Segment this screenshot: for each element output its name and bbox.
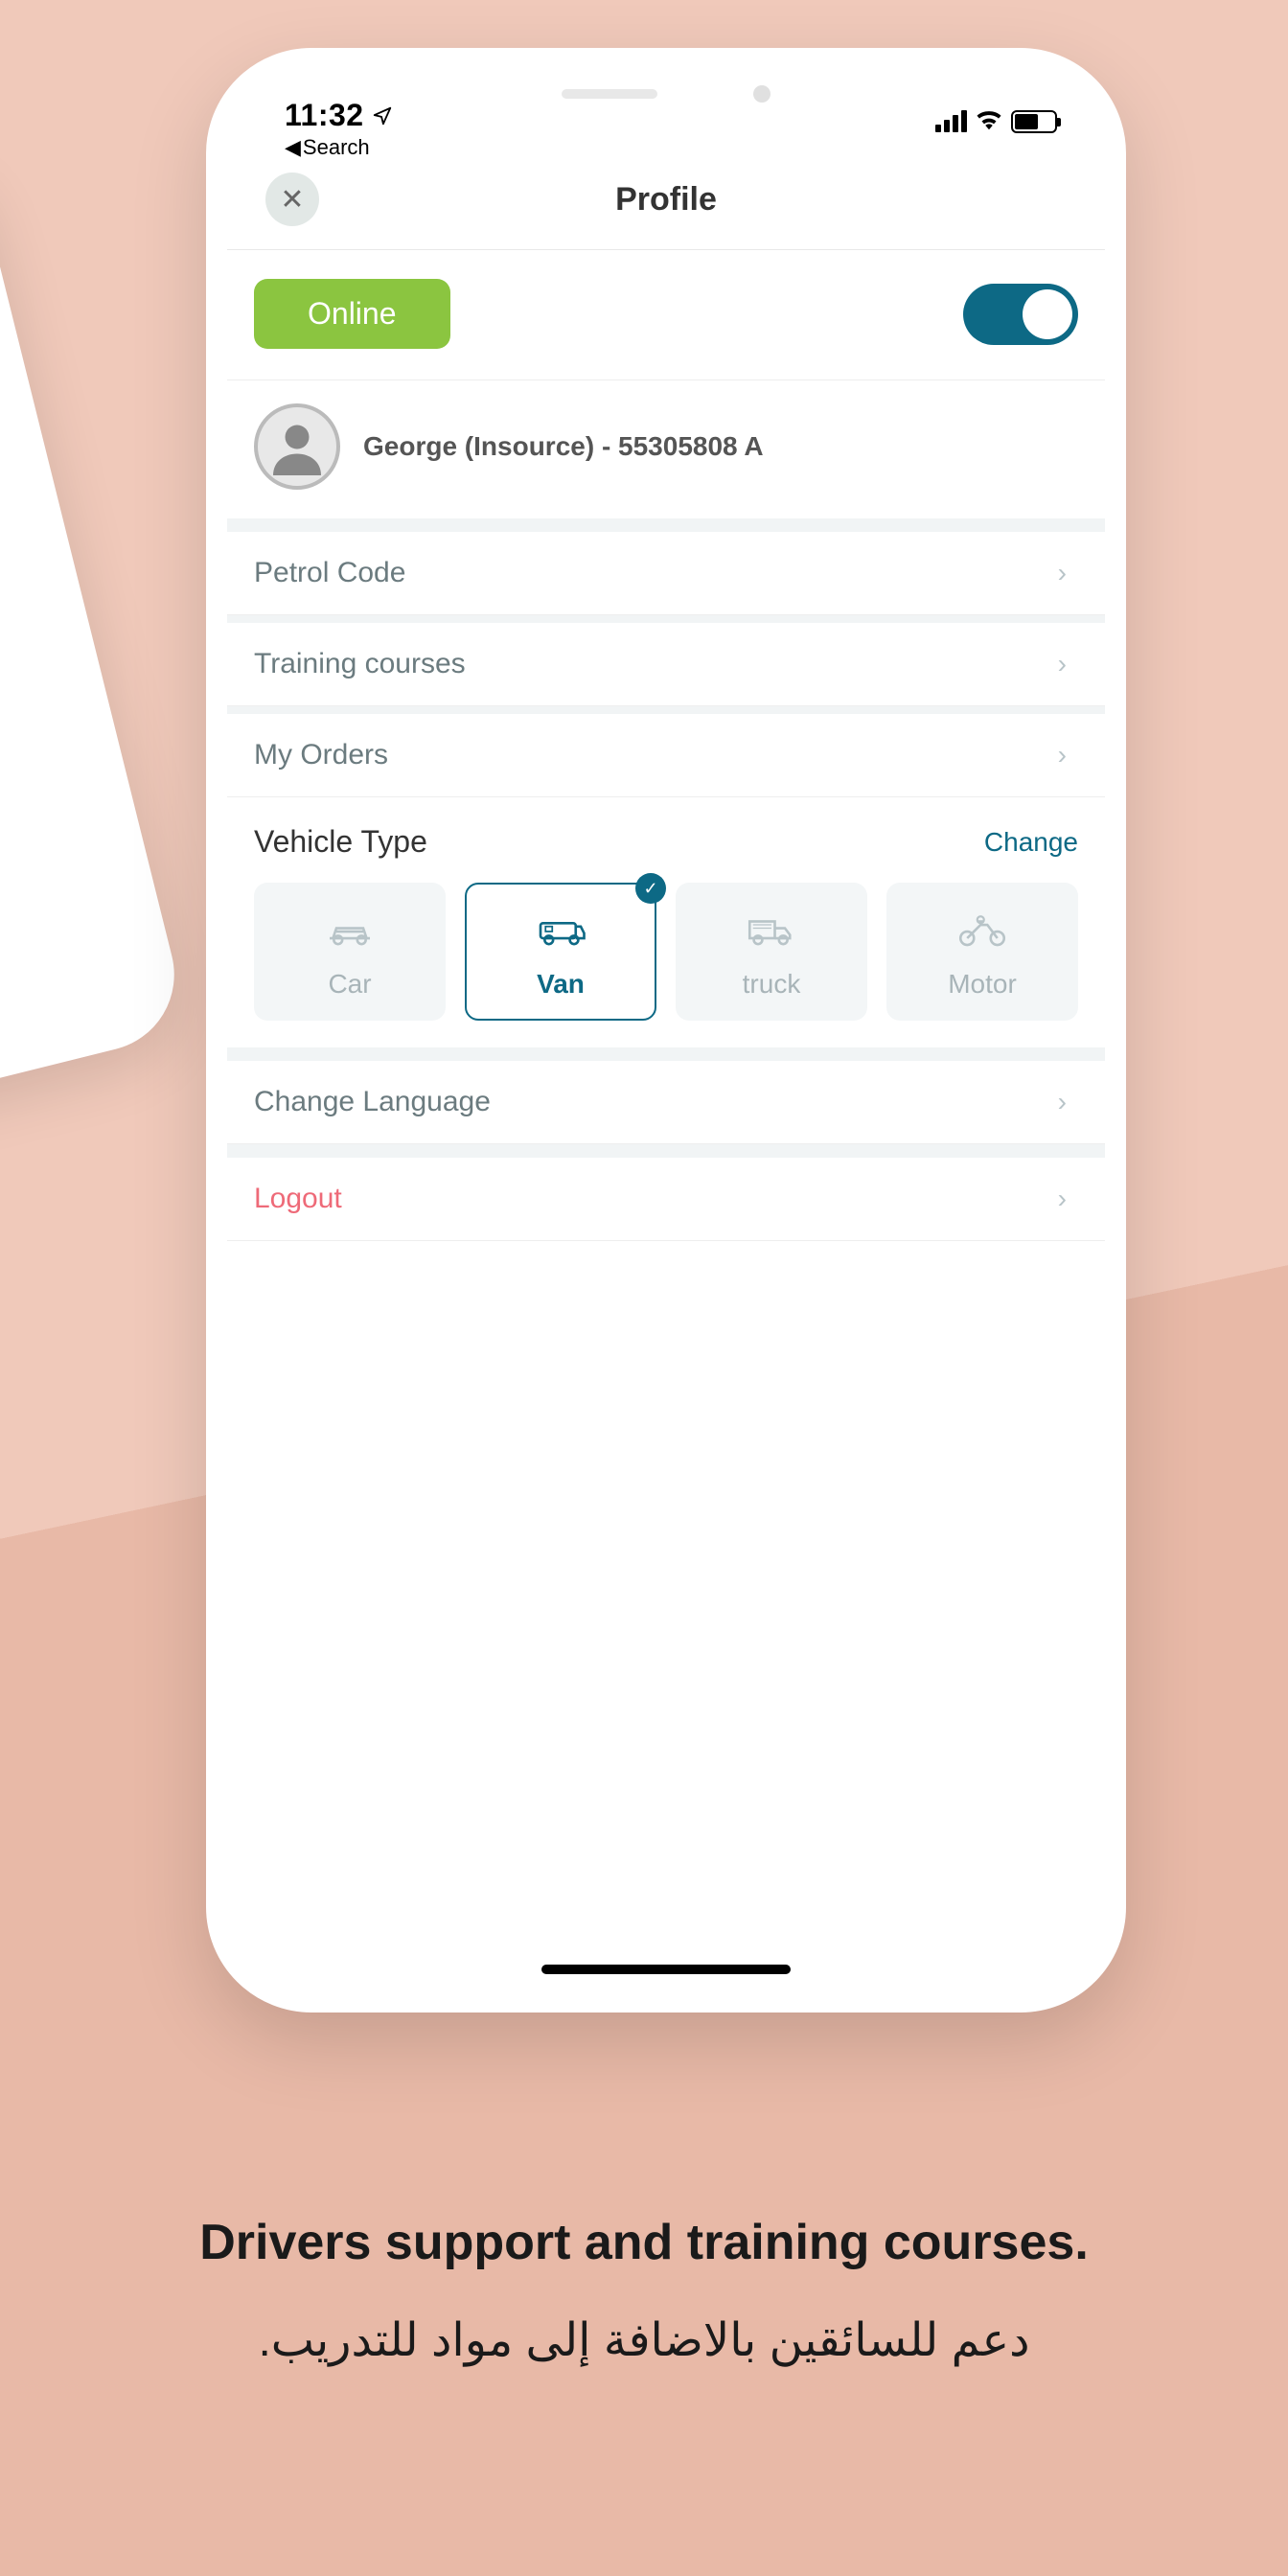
section-gap: [227, 706, 1105, 714]
section-gap: [227, 1047, 1105, 1061]
online-badge: Online: [254, 279, 450, 349]
status-time: 11:32: [285, 98, 393, 133]
caption-arabic: دعم للسائقين بالاضافة إلى مواد للتدريب.: [96, 2313, 1192, 2367]
cellular-signal-icon: [935, 110, 967, 132]
person-icon: [268, 418, 326, 475]
vehicle-label: Van: [537, 969, 585, 1000]
chevron-right-icon: ›: [1058, 1184, 1067, 1214]
vehicle-label: truck: [743, 969, 801, 1000]
truck-icon: [745, 911, 798, 952]
online-toggle[interactable]: [963, 284, 1078, 345]
avatar[interactable]: [254, 403, 340, 490]
profile-name: George (Insource) - 55305808 A: [363, 431, 764, 462]
vehicle-type-title: Vehicle Type: [254, 824, 427, 860]
check-badge-icon: ✓: [635, 873, 666, 904]
vehicle-option-car[interactable]: Car: [254, 883, 446, 1021]
chevron-right-icon: ›: [1058, 740, 1067, 770]
vehicle-option-motor[interactable]: Motor: [886, 883, 1078, 1021]
menu-my-orders[interactable]: My Orders ›: [227, 714, 1105, 797]
vehicle-options: Car ✓ Van truck Motor: [254, 883, 1078, 1021]
menu-label: Change Language: [254, 1086, 491, 1118]
vehicle-label: Motor: [948, 969, 1017, 1000]
promo-caption: Drivers support and training courses. دع…: [0, 2214, 1288, 2367]
motorcycle-icon: [955, 911, 1009, 952]
menu-label: My Orders: [254, 739, 388, 771]
car-icon: [323, 911, 377, 952]
close-icon: ✕: [280, 183, 304, 217]
online-status-row: Online: [227, 250, 1105, 380]
background-phone-text: r: [0, 233, 14, 503]
home-indicator[interactable]: [541, 1965, 791, 1974]
chevron-right-icon: ›: [1058, 1087, 1067, 1117]
menu-change-language[interactable]: Change Language ›: [227, 1061, 1105, 1144]
vehicle-option-truck[interactable]: truck: [676, 883, 867, 1021]
vehicle-type-section: Vehicle Type Change Car ✓ Van truck Moto…: [227, 797, 1105, 1047]
menu-logout[interactable]: Logout ›: [227, 1158, 1105, 1241]
camera-icon: [753, 85, 770, 103]
phone-frame: 11:32 ◀ Search ✕ Profile Online Geo: [206, 48, 1126, 2012]
battery-icon: [1011, 110, 1057, 133]
menu-label: Training courses: [254, 648, 466, 680]
menu-label: Petrol Code: [254, 557, 405, 589]
phone-notch: [503, 69, 829, 119]
vehicle-label: Car: [328, 969, 371, 1000]
chevron-right-icon: ›: [1058, 558, 1067, 588]
location-arrow-icon: [372, 105, 393, 126]
section-gap: [227, 518, 1105, 532]
change-vehicle-link[interactable]: Change: [984, 827, 1078, 858]
speaker-icon: [562, 89, 657, 99]
section-gap: [227, 615, 1105, 623]
time-text: 11:32: [285, 98, 364, 133]
page-title: Profile: [227, 181, 1105, 218]
menu-training-courses[interactable]: Training courses ›: [227, 623, 1105, 706]
section-gap: [227, 1144, 1105, 1158]
caption-english: Drivers support and training courses.: [96, 2214, 1192, 2271]
menu-label: Logout: [254, 1183, 342, 1215]
vehicle-option-van[interactable]: ✓ Van: [465, 883, 656, 1021]
toggle-knob: [1023, 289, 1072, 339]
menu-petrol-code[interactable]: Petrol Code ›: [227, 532, 1105, 615]
close-button[interactable]: ✕: [265, 172, 319, 226]
profile-row: George (Insource) - 55305808 A: [227, 380, 1105, 518]
wifi-icon: [975, 107, 1003, 135]
screen-header: ✕ Profile: [227, 155, 1105, 250]
background-phone-partial: r: [0, 138, 191, 1146]
van-icon: [534, 911, 587, 952]
chevron-right-icon: ›: [1058, 649, 1067, 679]
